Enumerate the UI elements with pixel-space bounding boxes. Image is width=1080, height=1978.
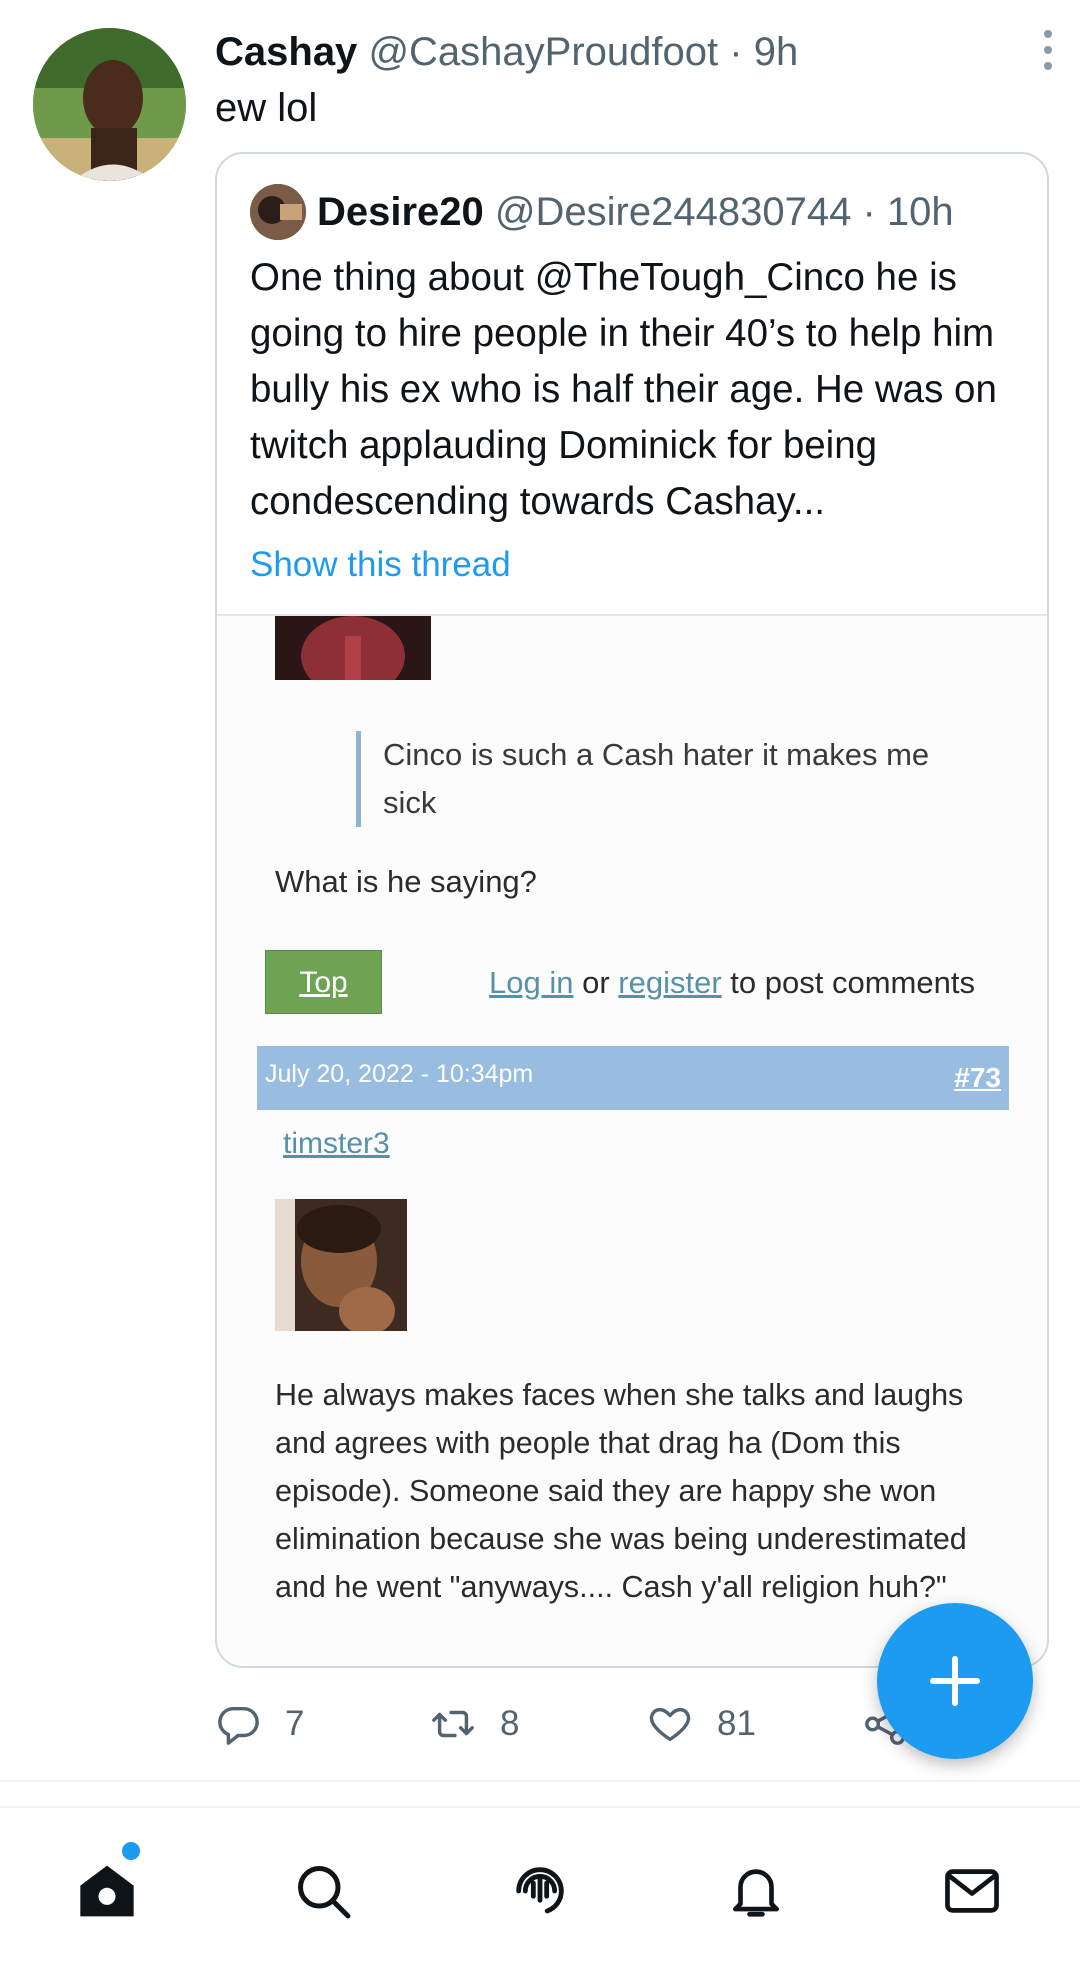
search-icon bbox=[293, 1861, 353, 1921]
author-avatar[interactable] bbox=[33, 28, 186, 181]
quote-author-handle: @Desire244830744 bbox=[494, 190, 852, 234]
forum-top-button: Top bbox=[265, 950, 382, 1014]
retweet-count: 8 bbox=[500, 1704, 520, 1743]
quote-time: 10h bbox=[886, 190, 954, 234]
quote-header: Desire20 @Desire244830744 · 10h bbox=[317, 184, 954, 240]
quote-tweet-card[interactable]: Desire20 @Desire244830744 · 10h One thin… bbox=[215, 152, 1049, 1668]
forum-date-bar: July 20, 2022 - 10:34pm #73 bbox=[257, 1046, 1009, 1110]
retweet-button[interactable]: 8 bbox=[430, 1694, 519, 1754]
nav-search[interactable] bbox=[288, 1856, 358, 1926]
more-vertical-icon[interactable] bbox=[1038, 28, 1058, 72]
forum-question: What is he saying? bbox=[275, 864, 537, 899]
show-thread-link[interactable]: Show this thread bbox=[250, 540, 511, 590]
nav-home[interactable] bbox=[72, 1856, 142, 1926]
reply-button[interactable]: 7 bbox=[215, 1694, 304, 1754]
forum-post-body: He always makes faces when she talks and… bbox=[275, 1378, 967, 1604]
forum-blockquote: Cinco is such a Cash hater it makes me s… bbox=[356, 731, 943, 827]
forum-register-link: register bbox=[618, 965, 722, 1000]
quote-author-avatar bbox=[250, 184, 306, 240]
forum-user-avatar bbox=[275, 1199, 407, 1331]
author-name[interactable]: Cashay bbox=[215, 30, 357, 74]
home-icon bbox=[75, 1859, 139, 1923]
forum-post-comments-text: to post comments bbox=[730, 965, 975, 1000]
quote-author-name: Desire20 bbox=[317, 190, 484, 234]
spaces-icon bbox=[508, 1859, 572, 1923]
tweet-text: ew lol bbox=[215, 86, 318, 130]
forum-login-line: Log in or register to post comments bbox=[489, 960, 975, 1006]
retweet-icon bbox=[430, 1701, 476, 1747]
reply-count: 7 bbox=[285, 1704, 305, 1743]
like-count: 81 bbox=[717, 1704, 756, 1743]
forum-post-date: July 20, 2022 - 10:34pm bbox=[265, 1060, 534, 1088]
nav-spaces[interactable] bbox=[505, 1856, 575, 1926]
bell-icon bbox=[725, 1860, 787, 1922]
plus-icon bbox=[925, 1651, 985, 1711]
tweet-time[interactable]: 9h bbox=[754, 30, 799, 74]
heart-icon bbox=[647, 1701, 693, 1747]
home-notification-dot bbox=[122, 1842, 140, 1860]
forum-username: timster3 bbox=[283, 1127, 390, 1160]
timeline-divider bbox=[0, 1780, 1080, 1782]
like-button[interactable]: 81 bbox=[647, 1694, 756, 1754]
forum-post-number: #73 bbox=[954, 1062, 1001, 1093]
reply-icon bbox=[215, 1701, 261, 1747]
compose-tweet-button[interactable] bbox=[877, 1603, 1033, 1759]
nav-notifications[interactable] bbox=[721, 1856, 791, 1926]
tweet-header: Cashay @CashayProudfoot · 9h bbox=[215, 26, 798, 78]
forum-avatar-cropped bbox=[275, 616, 431, 680]
author-handle[interactable]: @CashayProudfoot bbox=[368, 30, 718, 74]
nav-messages[interactable] bbox=[937, 1856, 1007, 1926]
header-separator: · bbox=[729, 30, 743, 74]
attached-image[interactable]: Cinco is such a Cash hater it makes me s… bbox=[217, 614, 1047, 1666]
mail-icon bbox=[941, 1860, 1003, 1922]
bottom-navigation bbox=[0, 1806, 1080, 1978]
forum-login-link: Log in bbox=[489, 965, 574, 1000]
forum-or-text: or bbox=[582, 965, 610, 1000]
quote-header-separator: · bbox=[862, 190, 876, 234]
quote-text: One thing about @TheTough_Cinco he is go… bbox=[250, 256, 997, 523]
